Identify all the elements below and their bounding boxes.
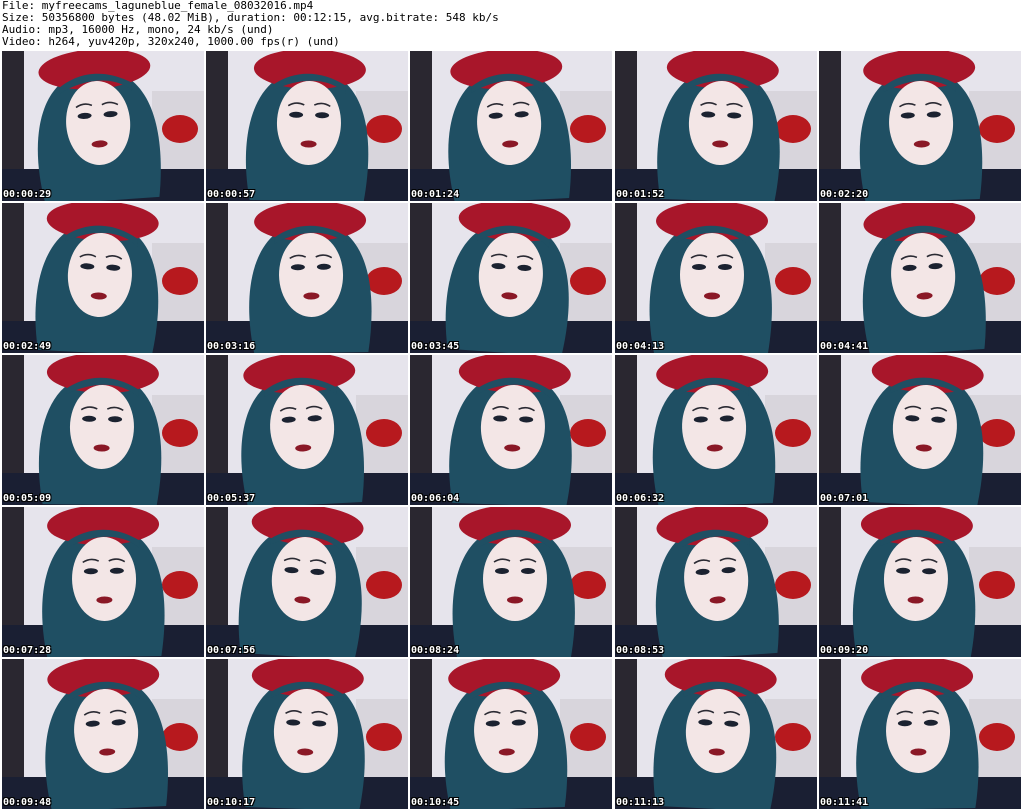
frame-timestamp: 00:04:13 [616, 341, 665, 352]
video-frame-thumbnail: 00:08:24 [410, 507, 612, 657]
webcam-frame-image [615, 659, 817, 809]
file-info-header: File: myfreecams_laguneblue_female_08032… [2, 0, 1022, 48]
frame-timestamp: 00:07:01 [820, 493, 869, 504]
video-frame-thumbnail: 00:00:57 [206, 51, 408, 201]
webcam-frame-image [819, 355, 1021, 505]
frame-timestamp: 00:03:45 [411, 341, 460, 352]
video-frame-thumbnail: 00:01:24 [410, 51, 612, 201]
video-frame-thumbnail: 00:08:53 [615, 507, 817, 657]
video-frame-thumbnail: 00:03:45 [410, 203, 612, 353]
frame-timestamp: 00:07:28 [3, 645, 52, 656]
frame-timestamp: 00:02:20 [820, 189, 869, 200]
video-frame-thumbnail: 00:01:52 [615, 51, 817, 201]
frame-timestamp: 00:11:41 [820, 797, 869, 808]
thumbnail-grid: 00:00:29 00:00:57 00:01:24 00:01:52 00:02:20… [2, 51, 1022, 810]
video-frame-thumbnail: 00:07:28 [2, 507, 204, 657]
webcam-frame-image [410, 659, 612, 809]
frame-timestamp: 00:10:45 [411, 797, 460, 808]
frame-timestamp: 00:09:20 [820, 645, 869, 656]
webcam-frame-image [2, 659, 204, 809]
video-frame-thumbnail: 00:02:49 [2, 203, 204, 353]
video-frame-thumbnail: 00:05:37 [206, 355, 408, 505]
frame-timestamp: 00:06:04 [411, 493, 460, 504]
webcam-frame-image [819, 51, 1021, 201]
video-frame-thumbnail: 00:09:48 [2, 659, 204, 809]
webcam-frame-image [410, 507, 612, 657]
frame-timestamp: 00:05:09 [3, 493, 52, 504]
video-frame-thumbnail: 00:04:41 [819, 203, 1021, 353]
webcam-frame-image [206, 659, 408, 809]
frame-timestamp: 00:10:17 [207, 797, 256, 808]
webcam-frame-image [2, 51, 204, 201]
video-frame-thumbnail: 00:11:13 [615, 659, 817, 809]
webcam-frame-image [410, 355, 612, 505]
webcam-frame-image [2, 355, 204, 505]
frame-timestamp: 00:06:32 [616, 493, 665, 504]
video-frame-thumbnail: 00:06:04 [410, 355, 612, 505]
frame-timestamp: 00:05:37 [207, 493, 256, 504]
video-frame-thumbnail: 00:07:01 [819, 355, 1021, 505]
video-frame-thumbnail: 00:10:17 [206, 659, 408, 809]
video-frame-thumbnail: 00:02:20 [819, 51, 1021, 201]
webcam-frame-image [2, 507, 204, 657]
frame-timestamp: 00:08:53 [616, 645, 665, 656]
video-frame-thumbnail: 00:07:56 [206, 507, 408, 657]
webcam-frame-image [206, 507, 408, 657]
frame-timestamp: 00:01:52 [616, 189, 665, 200]
webcam-frame-image [206, 203, 408, 353]
video-info-line: Video: h264, yuv420p, 320x240, 1000.00 f… [2, 35, 340, 48]
webcam-frame-image [206, 355, 408, 505]
webcam-frame-image [615, 203, 817, 353]
webcam-frame-image [615, 507, 817, 657]
video-frame-thumbnail: 00:05:09 [2, 355, 204, 505]
frame-timestamp: 00:03:16 [207, 341, 256, 352]
frame-timestamp: 00:00:57 [207, 189, 256, 200]
frame-timestamp: 00:04:41 [820, 341, 869, 352]
frame-timestamp: 00:08:24 [411, 645, 460, 656]
webcam-frame-image [615, 51, 817, 201]
frame-timestamp: 00:01:24 [411, 189, 460, 200]
frame-timestamp: 00:09:48 [3, 797, 52, 808]
video-frame-thumbnail: 00:10:45 [410, 659, 612, 809]
video-frame-thumbnail: 00:04:13 [615, 203, 817, 353]
frame-timestamp: 00:11:13 [616, 797, 665, 808]
webcam-frame-image [410, 203, 612, 353]
webcam-frame-image [615, 355, 817, 505]
frame-timestamp: 00:07:56 [207, 645, 256, 656]
webcam-frame-image [206, 51, 408, 201]
webcam-frame-image [819, 507, 1021, 657]
video-frame-thumbnail: 00:00:29 [2, 51, 204, 201]
frame-timestamp: 00:00:29 [3, 189, 52, 200]
video-frame-thumbnail: 00:11:41 [819, 659, 1021, 809]
video-frame-thumbnail: 00:09:20 [819, 507, 1021, 657]
video-frame-thumbnail: 00:06:32 [615, 355, 817, 505]
frame-timestamp: 00:02:49 [3, 341, 52, 352]
webcam-frame-image [819, 203, 1021, 353]
webcam-frame-image [2, 203, 204, 353]
video-frame-thumbnail: 00:03:16 [206, 203, 408, 353]
webcam-frame-image [410, 51, 612, 201]
webcam-frame-image [819, 659, 1021, 809]
